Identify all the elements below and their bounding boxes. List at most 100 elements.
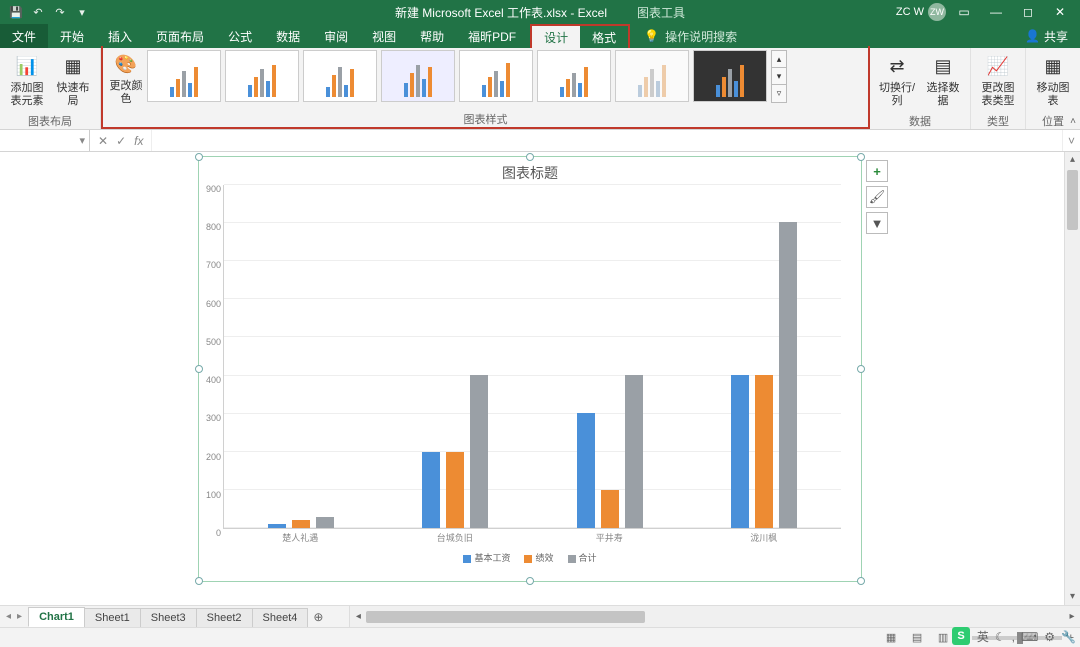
maximize-button[interactable]: ◻ bbox=[1014, 2, 1042, 22]
tab-file[interactable]: 文件 bbox=[0, 24, 48, 48]
legend-item[interactable]: 绩效 bbox=[524, 551, 553, 564]
chart-bar[interactable] bbox=[625, 375, 643, 528]
tab-nav-next-icon[interactable]: ▸ bbox=[17, 611, 22, 622]
sheet-tab[interactable]: Sheet3 bbox=[140, 608, 197, 627]
chart-style-2[interactable] bbox=[225, 50, 299, 102]
chart-style-7[interactable] bbox=[615, 50, 689, 102]
gallery-scroll-up[interactable]: ▴ bbox=[772, 51, 786, 68]
user-avatar[interactable]: ZW bbox=[928, 3, 946, 21]
sheet-tab[interactable]: Sheet4 bbox=[252, 608, 309, 627]
tab-formulas[interactable]: 公式 bbox=[216, 24, 264, 48]
normal-view-icon[interactable]: ▦ bbox=[881, 630, 901, 646]
moon-icon[interactable]: ☾ bbox=[995, 630, 1006, 644]
scroll-right-icon[interactable]: ▸ bbox=[1064, 611, 1080, 622]
ime-badge[interactable]: S bbox=[952, 627, 970, 645]
chart-style-4[interactable] bbox=[381, 50, 455, 102]
tab-data[interactable]: 数据 bbox=[264, 24, 312, 48]
ribbon-display-options-icon[interactable]: ▭ bbox=[950, 2, 978, 22]
user-name[interactable]: ZC W bbox=[896, 6, 924, 18]
chart-category-group[interactable] bbox=[422, 375, 488, 528]
redo-icon[interactable]: ↷ bbox=[50, 2, 70, 22]
chart-object[interactable]: 图表标题 0100200300400500600700800900 楚人礼遇台城… bbox=[198, 156, 862, 582]
chart-legend[interactable]: 基本工资 绩效 合计 bbox=[199, 547, 861, 564]
tab-home[interactable]: 开始 bbox=[48, 24, 96, 48]
chart-bar[interactable] bbox=[316, 517, 334, 528]
scrollbar-thumb[interactable] bbox=[366, 611, 645, 623]
resize-handle[interactable] bbox=[857, 365, 865, 373]
insert-function-icon[interactable]: fx bbox=[134, 134, 143, 148]
chart-style-6[interactable] bbox=[537, 50, 611, 102]
tab-nav-prev-icon[interactable]: ◂ bbox=[6, 611, 11, 622]
legend-item[interactable]: 基本工资 bbox=[463, 551, 510, 564]
chart-bar[interactable] bbox=[268, 524, 286, 528]
switch-row-column-button[interactable]: ⇄ 切换行/列 bbox=[876, 52, 918, 107]
chart-style-3[interactable] bbox=[303, 50, 377, 102]
gear-icon[interactable]: ⚙ bbox=[1044, 630, 1055, 644]
ime-lang[interactable]: 英 bbox=[977, 628, 989, 645]
collapse-ribbon-icon[interactable]: ˄ bbox=[1070, 116, 1076, 127]
chart-bar[interactable] bbox=[422, 452, 440, 528]
sheet-tab[interactable]: Sheet1 bbox=[84, 608, 141, 627]
horizontal-scrollbar[interactable]: ◂ ▸ bbox=[349, 606, 1080, 627]
resize-handle[interactable] bbox=[526, 153, 534, 161]
name-box[interactable]: ▾ bbox=[0, 130, 90, 151]
gallery-more-icon[interactable]: ▿ bbox=[772, 85, 786, 102]
chart-bar[interactable] bbox=[601, 490, 619, 528]
comma-icon[interactable]: , bbox=[1012, 630, 1015, 644]
keyboard-icon[interactable]: ⌨ bbox=[1021, 630, 1038, 644]
page-break-view-icon[interactable]: ▥ bbox=[933, 630, 953, 646]
tab-help[interactable]: 帮助 bbox=[408, 24, 456, 48]
worksheet-area[interactable]: 图表标题 0100200300400500600700800900 楚人礼遇台城… bbox=[0, 152, 1080, 605]
share-button[interactable]: 👤 共享 bbox=[1013, 24, 1080, 48]
resize-handle[interactable] bbox=[857, 153, 865, 161]
qat-dropdown-icon[interactable]: ▾ bbox=[72, 2, 92, 22]
chart-bar[interactable] bbox=[292, 520, 310, 528]
tab-insert[interactable]: 插入 bbox=[96, 24, 144, 48]
chart-style-5[interactable] bbox=[459, 50, 533, 102]
resize-handle[interactable] bbox=[857, 577, 865, 585]
undo-icon[interactable]: ↶ bbox=[28, 2, 48, 22]
select-data-button[interactable]: ▤ 选择数据 bbox=[922, 52, 964, 107]
legend-item[interactable]: 合计 bbox=[568, 551, 597, 564]
close-button[interactable]: ✕ bbox=[1046, 2, 1074, 22]
chart-bar[interactable] bbox=[577, 413, 595, 528]
change-colors-button[interactable]: 🎨 更改颜色 bbox=[109, 50, 143, 105]
resize-handle[interactable] bbox=[195, 577, 203, 585]
wrench-icon[interactable]: 🔧 bbox=[1061, 630, 1076, 644]
expand-formula-bar-icon[interactable]: ˅ bbox=[1062, 130, 1080, 151]
new-sheet-button[interactable]: ⊕ bbox=[307, 606, 329, 627]
chart-bar[interactable] bbox=[779, 222, 797, 528]
tab-review[interactable]: 审阅 bbox=[312, 24, 360, 48]
chart-category-group[interactable] bbox=[731, 222, 797, 528]
scroll-left-icon[interactable]: ◂ bbox=[350, 611, 366, 622]
chart-bar[interactable] bbox=[731, 375, 749, 528]
chart-bar[interactable] bbox=[446, 452, 464, 528]
resize-handle[interactable] bbox=[195, 153, 203, 161]
tab-view[interactable]: 视图 bbox=[360, 24, 408, 48]
chart-category-group[interactable] bbox=[577, 375, 643, 528]
sheet-tab[interactable]: Sheet2 bbox=[196, 608, 253, 627]
page-layout-view-icon[interactable]: ▤ bbox=[907, 630, 927, 646]
chart-category-group[interactable] bbox=[268, 517, 334, 528]
quick-layout-button[interactable]: ▦ 快速布局 bbox=[52, 52, 94, 107]
save-icon[interactable]: 💾 bbox=[6, 2, 26, 22]
tell-me-search[interactable]: 💡 操作说明搜索 bbox=[644, 24, 737, 48]
add-chart-element-button[interactable]: 📊 添加图表元素 bbox=[6, 52, 48, 107]
tab-chart-design[interactable]: 设计 bbox=[532, 26, 580, 48]
chart-bar[interactable] bbox=[755, 375, 773, 528]
scroll-up-icon[interactable]: ▴ bbox=[1065, 152, 1080, 168]
tab-page-layout[interactable]: 页面布局 bbox=[144, 24, 216, 48]
chart-style-8[interactable] bbox=[693, 50, 767, 102]
chart-elements-button[interactable]: + bbox=[866, 160, 888, 182]
chart-plot-area[interactable]: 0100200300400500600700800900 楚人礼遇台城负旧平井寿… bbox=[223, 185, 841, 547]
minimize-button[interactable]: — bbox=[982, 2, 1010, 22]
chart-bar[interactable] bbox=[470, 375, 488, 528]
resize-handle[interactable] bbox=[526, 577, 534, 585]
change-chart-type-button[interactable]: 📈 更改图表类型 bbox=[977, 52, 1019, 107]
chart-filters-button[interactable]: ▼ bbox=[866, 212, 888, 234]
move-chart-button[interactable]: ▦ 移动图表 bbox=[1032, 52, 1074, 107]
enter-formula-icon[interactable]: ✓ bbox=[116, 134, 126, 148]
chart-style-1[interactable] bbox=[147, 50, 221, 102]
tab-chart-format[interactable]: 格式 bbox=[580, 26, 628, 48]
scrollbar-thumb[interactable] bbox=[1067, 170, 1078, 230]
